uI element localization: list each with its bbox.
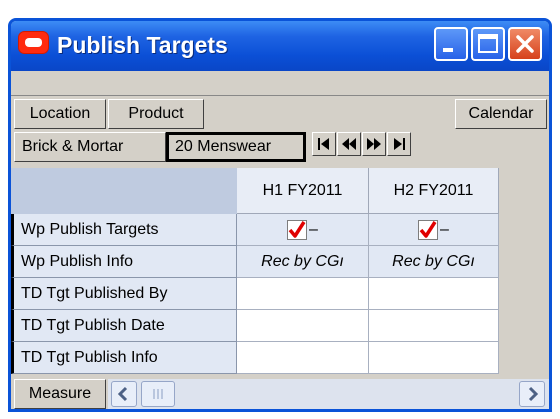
row-header-wp-publish-info[interactable]: Wp Publish Info [11,246,237,278]
prev-page-icon [342,138,356,150]
cell-wp-publish-targets-h2[interactable]: – [369,214,499,246]
cell-td-tgt-publish-info-h1[interactable] [237,342,369,374]
row-header-td-tgt-publish-date[interactable]: TD Tgt Publish Date [11,310,237,342]
cell-td-tgt-publish-date-h1[interactable] [237,310,369,342]
last-page-icon [394,138,405,150]
next-page-icon [367,138,381,150]
cell-wp-publish-info-h1[interactable]: Rec by CGı [237,246,369,278]
calendar-button[interactable]: Calendar [455,99,547,129]
cell-td-tgt-publish-info-h2[interactable] [369,342,499,374]
grid-corner [11,168,237,214]
scroll-left-button[interactable] [111,381,137,407]
grid-right-filler [499,214,549,374]
cell-value: – [309,221,318,238]
column-header-filler [499,168,549,214]
cell-wp-publish-targets-h1[interactable]: – [237,214,369,246]
title-bar[interactable]: Publish Targets [11,21,549,71]
cell-wp-publish-info-h2[interactable]: Rec by CGı [369,246,499,278]
column-header-h1[interactable]: H1 FY2011 [237,168,369,214]
chevron-left-icon [117,386,128,402]
location-button[interactable]: Location [14,99,106,129]
maximize-icon [478,34,498,53]
checkbox-checked-icon[interactable] [418,220,439,240]
chevron-right-icon [528,386,539,402]
window-content: Location Product Calendar Brick & Mortar… [11,71,549,409]
close-button[interactable] [508,27,542,61]
nav-next-button[interactable] [362,132,386,156]
nav-first-button[interactable] [312,132,336,156]
cell-td-tgt-published-by-h2[interactable] [369,278,499,310]
minimize-icon [443,48,453,52]
checkbox-checked-icon[interactable] [287,220,308,240]
minimize-button[interactable] [434,27,468,61]
close-icon [516,35,534,53]
cell-value: – [440,221,449,238]
scroll-thumb[interactable] [141,381,175,407]
row-header-wp-publish-targets[interactable]: Wp Publish Targets [11,214,237,246]
product-selection[interactable]: 20 Menswear [166,132,306,162]
measure-button[interactable]: Measure [14,379,106,409]
nav-last-button[interactable] [387,132,411,156]
first-page-icon [318,138,329,150]
location-selection[interactable]: Brick & Mortar [14,132,166,162]
maximize-button[interactable] [471,27,505,61]
oracle-app-icon [18,31,49,54]
product-button[interactable]: Product [108,99,204,129]
row-header-td-tgt-publish-info[interactable]: TD Tgt Publish Info [11,342,237,374]
row-header-td-tgt-published-by[interactable]: TD Tgt Published By [11,278,237,310]
toolbar-divider [11,95,549,96]
nav-prev-button[interactable] [337,132,361,156]
scroll-right-button[interactable] [519,381,545,407]
column-header-h2[interactable]: H2 FY2011 [369,168,499,214]
grip-icon [153,389,163,399]
publish-targets-window: Publish Targets Location Product Calenda… [8,18,552,412]
cell-td-tgt-published-by-h1[interactable] [237,278,369,310]
window-title: Publish Targets [57,32,228,58]
cell-td-tgt-publish-date-h2[interactable] [369,310,499,342]
